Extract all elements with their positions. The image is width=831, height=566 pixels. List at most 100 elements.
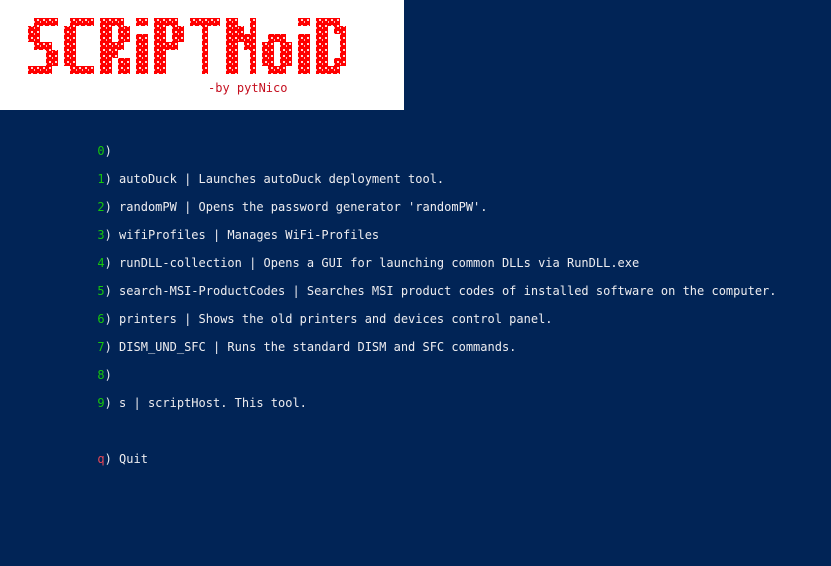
- logo-block: [40, 42, 46, 50]
- logo-block: [106, 50, 112, 58]
- logo-block: [112, 50, 118, 58]
- logo-block: [136, 66, 142, 74]
- logo-block: [100, 66, 106, 74]
- byline: -by pytNico: [208, 81, 288, 95]
- logo-block: [124, 66, 130, 74]
- logo-block: [82, 66, 88, 74]
- logo-block: [172, 42, 178, 50]
- logo-block: [304, 34, 310, 42]
- logo-block: [172, 26, 178, 34]
- logo-block: [268, 42, 274, 50]
- logo-block: [316, 26, 322, 34]
- logo-block: [250, 42, 256, 50]
- logo-block: [160, 26, 166, 34]
- logo-block: [316, 42, 322, 50]
- logo-block: [286, 42, 292, 50]
- logo-block: [280, 58, 286, 66]
- banner: -by pytNico: [0, 0, 404, 110]
- logo-block: [232, 58, 238, 66]
- menu-item-wifiprofiles[interactable]: 3) wifiProfiles | Manages WiFi-Profiles: [54, 205, 379, 242]
- logo-block: [136, 18, 142, 26]
- logo-block: [196, 18, 202, 26]
- logo-block: [154, 34, 160, 42]
- logo-block: [298, 42, 304, 50]
- logo-block: [76, 18, 82, 26]
- logo-block: [298, 58, 304, 66]
- logo-block: [286, 58, 292, 66]
- logo-block: [274, 34, 280, 42]
- logo-block: [226, 66, 232, 74]
- logo-block: [322, 26, 328, 34]
- menu-item-label: Quit: [111, 452, 148, 466]
- logo-block: [70, 34, 76, 42]
- menu-key-paren: ): [104, 396, 112, 410]
- logo-block: [112, 42, 118, 50]
- logo-block: [64, 50, 70, 58]
- console-window: -by pytNico 0) 1) autoDuck | Launches au…: [0, 0, 831, 566]
- menu-item-rundll-collection[interactable]: 4) runDLL-collection | Opens a GUI for l…: [54, 233, 639, 270]
- logo-block: [34, 66, 40, 74]
- menu-item-dism-und-sfc[interactable]: 7) DISM_UND_SFC | Runs the standard DISM…: [54, 317, 516, 354]
- logo-block: [160, 66, 166, 74]
- logo-block: [232, 66, 238, 74]
- logo-block: [232, 42, 238, 50]
- menu-item-0[interactable]: 0): [54, 121, 111, 158]
- logo-block: [340, 26, 346, 34]
- menu-item-8[interactable]: 8): [54, 345, 111, 382]
- logo-block: [202, 66, 208, 74]
- logo-block: [64, 34, 70, 42]
- menu-item-search-msi-productcodes[interactable]: 5) search-MSI-ProductCodes | Searches MS…: [54, 261, 776, 298]
- logo-block: [304, 58, 310, 66]
- logo-block: [118, 42, 124, 50]
- logo-block: [100, 34, 106, 42]
- logo-block: [142, 66, 148, 74]
- logo-block: [100, 42, 106, 50]
- logo-block: [238, 26, 244, 34]
- logo-block: [322, 42, 328, 50]
- logo-block: [172, 34, 178, 42]
- logo-block: [340, 42, 346, 50]
- logo-block: [70, 18, 76, 26]
- logo-block: [202, 34, 208, 42]
- logo-block: [202, 26, 208, 34]
- logo-block: [100, 26, 106, 34]
- logo-block: [322, 18, 328, 26]
- logo-block: [34, 34, 40, 42]
- logo-block: [106, 42, 112, 50]
- menu-item-scripthost[interactable]: 9) s | scriptHost. This tool.: [54, 373, 307, 410]
- logo-block: [64, 42, 70, 50]
- logo-block: [340, 34, 346, 42]
- logo-block: [268, 66, 274, 74]
- logo-block: [160, 18, 166, 26]
- logo-block: [136, 58, 142, 66]
- logo-block: [298, 34, 304, 42]
- logo-block: [154, 66, 160, 74]
- logo-block: [166, 18, 172, 26]
- logo-block: [160, 42, 166, 50]
- menu-key: 9: [97, 396, 105, 410]
- menu-item-printers[interactable]: 6) printers | Shows the old printers and…: [54, 289, 552, 326]
- logo-block: [124, 34, 130, 42]
- logo-block: [100, 18, 106, 26]
- logo-block: [178, 34, 184, 42]
- logo-block: [82, 18, 88, 26]
- logo-block: [154, 42, 160, 50]
- logo-block: [322, 50, 328, 58]
- logo-block: [226, 26, 232, 34]
- menu-item-randompw[interactable]: 2) randomPW | Opens the password generat…: [54, 177, 487, 214]
- logo-block: [124, 58, 130, 66]
- logo-block: [70, 26, 76, 34]
- logo-block: [250, 34, 256, 42]
- logo-block: [118, 58, 124, 66]
- logo-block: [52, 18, 58, 26]
- menu-item-quit[interactable]: q) Quit: [54, 429, 148, 466]
- logo-block: [262, 58, 268, 66]
- menu-item-label: DISM_UND_SFC | Runs the standard DISM an…: [111, 340, 517, 354]
- logo-block: [52, 50, 58, 58]
- logo-block: [238, 34, 244, 42]
- logo-block: [112, 18, 118, 26]
- menu-item-autoduck[interactable]: 1) autoDuck | Launches autoDuck deployme…: [54, 149, 444, 186]
- logo-block: [280, 66, 286, 74]
- logo-block: [250, 66, 256, 74]
- logo-block: [304, 50, 310, 58]
